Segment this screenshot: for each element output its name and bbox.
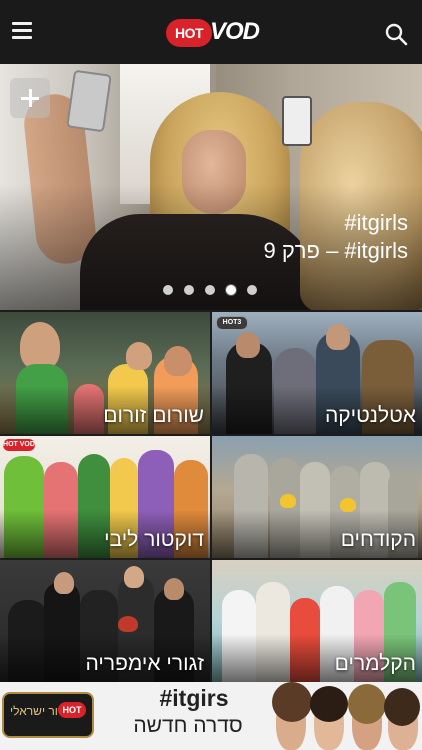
show-title: דוקטור ליבי <box>104 528 204 551</box>
hot-vod-logo: HOT VOD <box>166 16 260 50</box>
logo-vod-text: VOD <box>210 18 260 45</box>
show-title: הקלמרים <box>334 652 416 675</box>
show-tile[interactable]: HOT VOD דוקטור ליבי <box>0 436 210 558</box>
carousel-dots <box>163 285 268 297</box>
carousel-dot[interactable] <box>205 285 215 295</box>
brand-logo: בידור ישראלי HOT <box>2 692 94 738</box>
hero-phone-right <box>282 96 312 146</box>
show-title: הקודחים <box>340 528 416 551</box>
show-tile[interactable]: הקלמרים <box>212 560 422 682</box>
carousel-dot[interactable] <box>247 285 257 295</box>
promo-banner[interactable]: בידור ישראלי HOT #itgirs סדרה חדשה <box>0 682 422 750</box>
show-tile[interactable]: HOT3 אטלנטיקה <box>212 312 422 434</box>
logo-hot-text: HOT <box>166 19 212 47</box>
show-tile[interactable]: שורום זורום <box>0 312 210 434</box>
carousel-dot-active[interactable] <box>226 285 236 295</box>
brand-hot-text: HOT <box>58 702 86 718</box>
promo-hashtag: #itgirs <box>159 685 229 711</box>
show-tile[interactable]: הקודחים <box>212 436 422 558</box>
promo-subtitle: סדרה חדשה <box>133 714 243 737</box>
show-title: שורום זורום <box>103 404 204 427</box>
plus-icon[interactable] <box>10 78 50 118</box>
show-title: זגורי אימפריה <box>85 652 204 675</box>
hero-phone-left <box>66 69 112 133</box>
search-icon[interactable] <box>384 22 408 46</box>
show-grid: שורום זורום HOT3 אטלנטיקה HOT VOD דוקטור… <box>0 310 422 682</box>
hero-subtitle: itgirls# – פרק 9 <box>263 238 408 263</box>
channel-badge: HOT3 <box>216 316 248 330</box>
hero-title: itgirls# <box>344 210 408 235</box>
hamburger-menu-icon[interactable] <box>12 22 32 40</box>
carousel-dot[interactable] <box>163 285 173 295</box>
show-title: אטלנטיקה <box>324 404 416 427</box>
show-tile[interactable]: זגורי אימפריה <box>0 560 210 682</box>
promo-faces-image <box>268 682 422 750</box>
channel-badge: HOT VOD <box>3 439 35 451</box>
top-bar: HOT VOD <box>0 0 422 64</box>
carousel-dot[interactable] <box>184 285 194 295</box>
hero-banner[interactable]: itgirls# itgirls# – פרק 9 <box>0 64 422 310</box>
